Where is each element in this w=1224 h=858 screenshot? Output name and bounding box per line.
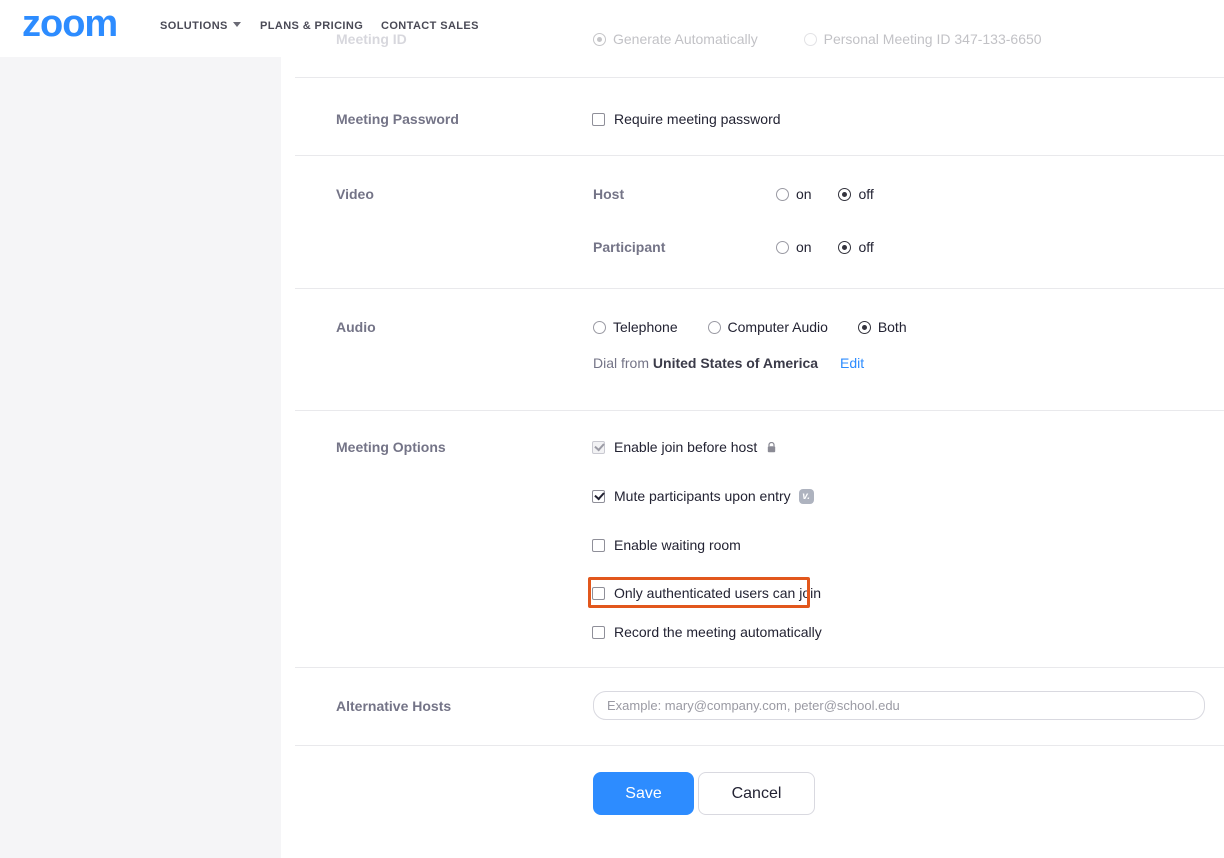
edit-dial-from-link[interactable]: Edit: [840, 355, 864, 371]
video-host-radios: on off: [776, 186, 874, 204]
divider: [295, 155, 1224, 156]
audio-radios: Telephone Computer Audio Both: [593, 319, 907, 337]
meeting-password-label: Meeting Password: [336, 111, 459, 127]
divider: [295, 667, 1224, 668]
record-automatically-checkbox[interactable]: Record the meeting automatically: [592, 624, 822, 640]
only-authenticated-users-checkbox[interactable]: Only authenticated users can join: [592, 585, 821, 601]
zoom-logo[interactable]: zoom: [22, 4, 118, 44]
radio-host-off[interactable]: off: [838, 186, 874, 202]
radio-icon: [776, 240, 789, 254]
radio-generate-automatically[interactable]: Generate Automatically: [593, 31, 758, 47]
radio-icon: [838, 240, 852, 254]
radio-icon: [776, 187, 789, 201]
alternative-hosts-input[interactable]: [593, 691, 1205, 720]
dial-from-prefix: Dial from: [593, 355, 650, 371]
radio-telephone[interactable]: Telephone: [593, 319, 678, 335]
video-host-label: Host: [593, 186, 625, 202]
divider: [295, 745, 1224, 746]
checkbox-icon: [592, 489, 605, 503]
checkbox-icon: [592, 112, 605, 126]
checkbox-icon: [592, 538, 605, 552]
radio-icon: [593, 32, 606, 46]
radio-both[interactable]: Both: [857, 319, 907, 335]
cancel-button[interactable]: Cancel: [698, 772, 815, 815]
meeting-id-label: Meeting ID: [336, 31, 407, 47]
mute-participants-checkbox[interactable]: Mute participants upon entry: [592, 488, 814, 504]
radio-computer-audio[interactable]: Computer Audio: [707, 319, 828, 335]
left-sidebar: [0, 57, 281, 858]
meeting-options-label: Meeting Options: [336, 439, 446, 455]
video-label: Video: [336, 186, 374, 202]
nav-solutions[interactable]: SOLUTIONS: [160, 20, 241, 32]
checkbox-icon: [592, 625, 605, 639]
radio-icon: [803, 32, 817, 46]
nav-solutions-label: SOLUTIONS: [160, 20, 228, 32]
radio-personal-meeting-id[interactable]: Personal Meeting ID 347-133-6650: [803, 31, 1042, 47]
enable-join-before-host-checkbox[interactable]: Enable join before host: [592, 439, 776, 455]
radio-icon: [838, 187, 852, 201]
save-button[interactable]: Save: [593, 772, 694, 815]
meeting-id-radios: Generate Automatically Personal Meeting …: [593, 31, 1042, 49]
audio-label: Audio: [336, 319, 376, 335]
radio-host-on[interactable]: on: [776, 186, 812, 202]
lock-icon: [767, 441, 776, 453]
chevron-down-icon: [232, 22, 241, 27]
divider: [295, 288, 1224, 289]
divider: [295, 77, 1224, 78]
radio-participant-off[interactable]: off: [838, 239, 874, 255]
dial-from-line: Dial from United States of America Edit: [593, 355, 864, 371]
require-password-checkbox[interactable]: Require meeting password: [592, 111, 781, 127]
divider: [295, 410, 1224, 411]
checkbox-icon: [592, 440, 605, 454]
dial-from-country-name: United States of America: [652, 355, 819, 371]
video-participant-radios: on off: [776, 239, 874, 257]
alternative-hosts-label: Alternative Hosts: [336, 698, 452, 714]
radio-icon: [593, 320, 606, 334]
version-badge-icon: [798, 488, 814, 504]
video-participant-label: Participant: [593, 239, 666, 255]
checkbox-icon: [592, 586, 605, 600]
schedule-meeting-page: zoom SOLUTIONS PLANS & PRICING CONTACT S…: [0, 0, 1224, 858]
enable-waiting-room-checkbox[interactable]: Enable waiting room: [592, 537, 741, 553]
radio-icon: [857, 320, 871, 334]
radio-icon: [707, 320, 721, 334]
radio-participant-on[interactable]: on: [776, 239, 812, 255]
